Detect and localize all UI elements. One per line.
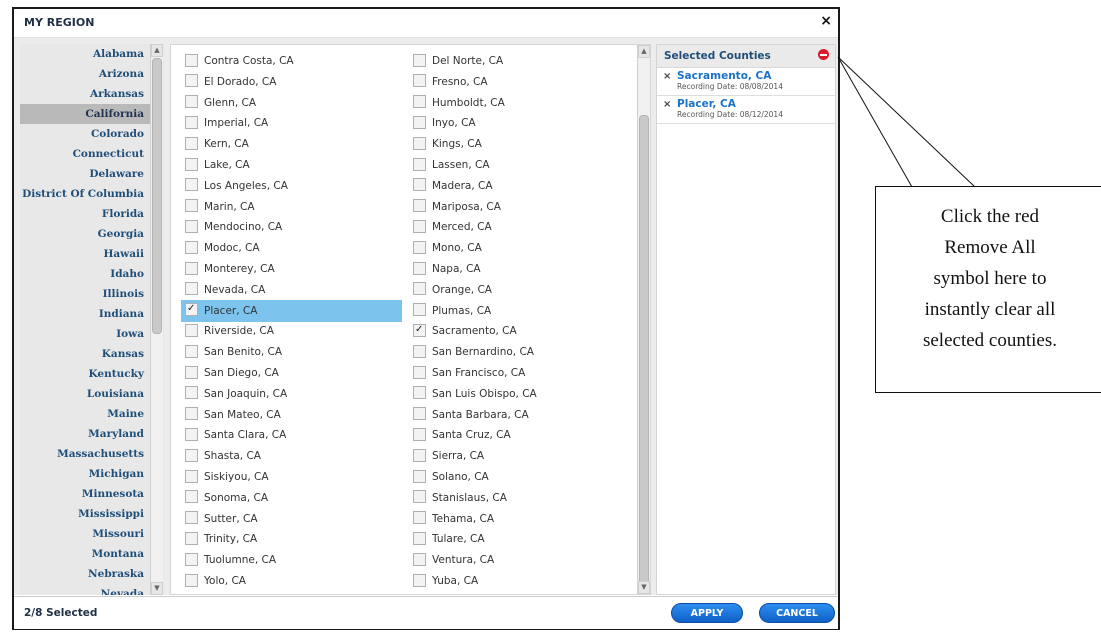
callout-line: Click the red [940,206,1040,227]
callout-line: symbol here to [933,268,1047,289]
callout-line: selected counties. [922,330,1057,351]
callout-line: Remove All [944,237,1036,258]
callout-line: instantly clear all [924,299,1056,320]
callout-annotation: Click the red Remove All symbol here to … [875,186,1101,393]
